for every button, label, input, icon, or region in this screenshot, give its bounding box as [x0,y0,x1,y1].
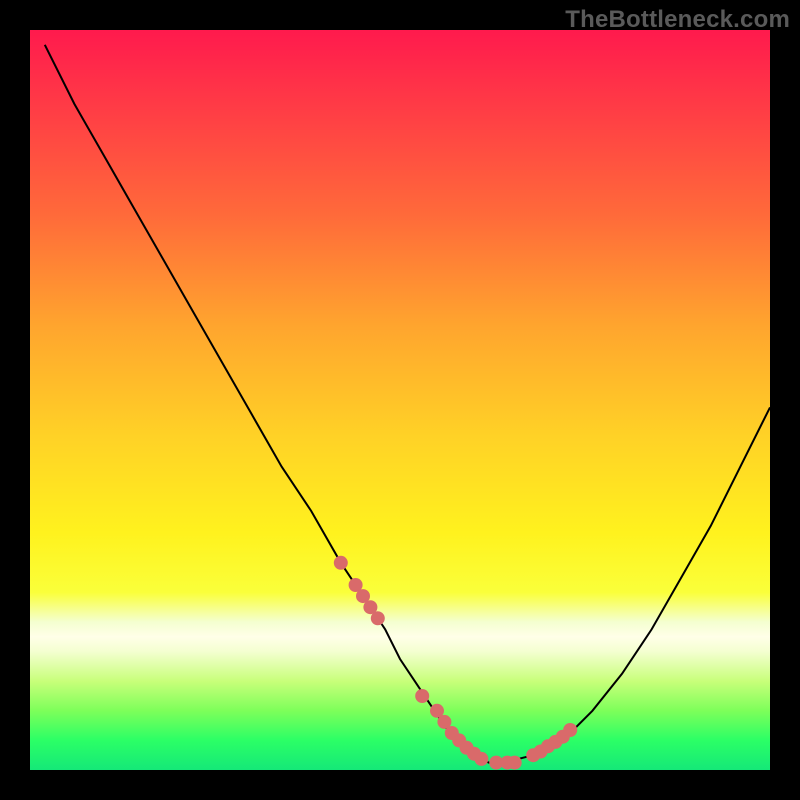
bottleneck-curve [45,45,770,763]
watermark-text: TheBottleneck.com [565,6,790,34]
chart-frame: TheBottleneck.com [0,0,800,800]
marker-dot [415,689,429,703]
marker-dot [474,752,488,766]
marker-dots [334,556,577,770]
marker-dot [371,611,385,625]
plot-area [30,30,770,770]
marker-dot [508,756,522,770]
marker-dot [334,556,348,570]
curve-svg [30,30,770,770]
marker-dot [563,723,577,737]
